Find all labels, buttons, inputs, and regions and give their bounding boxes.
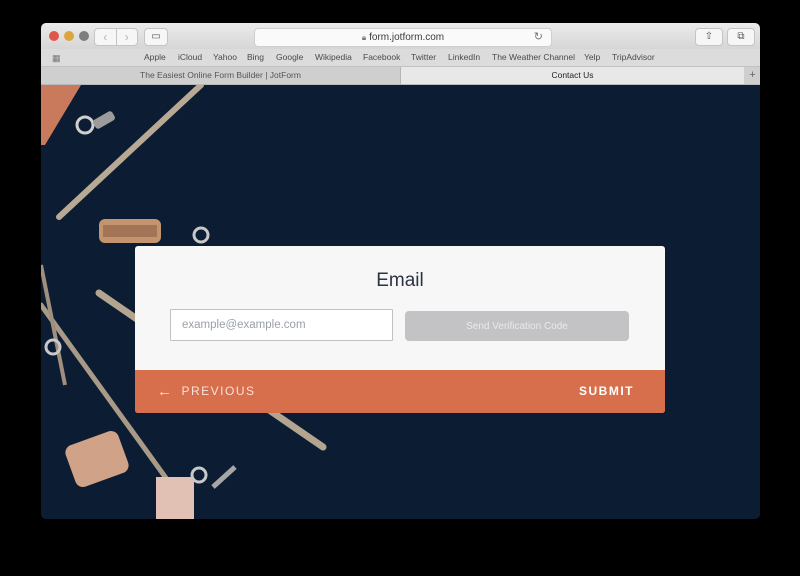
lock-icon: 🔒︎: [361, 33, 367, 42]
favorite-yelp[interactable]: Yelp: [584, 49, 600, 66]
navigation-buttons: ‹ ›: [94, 28, 138, 46]
favorite-twitter[interactable]: Twitter: [411, 49, 436, 66]
favorite-yahoo[interactable]: Yahoo: [213, 49, 237, 66]
sidebar-icon[interactable]: ▭: [144, 28, 168, 46]
submit-button[interactable]: SUBMIT: [579, 370, 634, 413]
tabs-overview-icon[interactable]: ⧉: [727, 28, 755, 46]
favorite-google[interactable]: Google: [276, 49, 303, 66]
tape-bottom-decoration: [65, 431, 129, 487]
ruler-decoration: [41, 85, 81, 145]
zoom-window-button[interactable]: [79, 31, 89, 41]
address-bar[interactable]: 🔒︎ form.jotform.com ↻: [254, 28, 552, 47]
forward-icon[interactable]: ›: [117, 29, 138, 45]
clip-decoration: [75, 115, 95, 135]
send-verification-code-button[interactable]: Send Verification Code: [405, 311, 629, 341]
email-input[interactable]: [170, 309, 393, 341]
new-tab-icon[interactable]: +: [745, 67, 760, 84]
reload-icon[interactable]: ↻: [534, 29, 543, 46]
tab-bar: The Easiest Online Form Builder | JotFor…: [41, 67, 760, 85]
form-card: Email Send Verification Code ← PREVIOUS S…: [135, 246, 665, 413]
favorites-bar: ▦ Apple iCloud Yahoo Bing Google Wikiped…: [41, 49, 760, 67]
favorite-linkedin[interactable]: LinkedIn: [448, 49, 480, 66]
close-window-button[interactable]: [49, 31, 59, 41]
top-sites-grid-icon[interactable]: ▦: [52, 53, 61, 64]
browser-toolbar: ‹ › ▭ 🔒︎ form.jotform.com ↻ ⇧ ⧉: [41, 23, 760, 49]
favorite-tripadvisor[interactable]: TripAdvisor: [612, 49, 655, 66]
tab-jotform-home[interactable]: The Easiest Online Form Builder | JotFor…: [41, 67, 401, 84]
arrow-left-icon: ←: [157, 383, 174, 400]
minimize-window-button[interactable]: [64, 31, 74, 41]
browser-window: ‹ › ▭ 🔒︎ form.jotform.com ↻ ⇧ ⧉ ▦ Apple i…: [41, 23, 760, 519]
pencil-decoration: [56, 85, 204, 220]
previous-label: PREVIOUS: [181, 384, 256, 398]
tab-contact-us[interactable]: Contact Us: [401, 67, 744, 84]
favorite-bing[interactable]: Bing: [247, 49, 264, 66]
favorite-wikipedia[interactable]: Wikipedia: [315, 49, 352, 66]
favorite-weather-channel[interactable]: The Weather Channel: [492, 49, 575, 66]
form-footer: ← PREVIOUS SUBMIT: [135, 370, 665, 413]
form-field-title: Email: [376, 270, 424, 291]
favorite-facebook[interactable]: Facebook: [363, 49, 400, 66]
page-content: Email Send Verification Code ← PREVIOUS S…: [41, 85, 760, 519]
share-icon[interactable]: ⇧: [695, 28, 723, 46]
back-icon[interactable]: ‹: [95, 29, 117, 45]
favorite-icloud[interactable]: iCloud: [178, 49, 202, 66]
address-text: form.jotform.com: [369, 32, 445, 43]
sharpener-decoration: [156, 477, 194, 519]
previous-button[interactable]: ← PREVIOUS: [157, 370, 256, 413]
favorite-apple[interactable]: Apple: [144, 49, 166, 66]
